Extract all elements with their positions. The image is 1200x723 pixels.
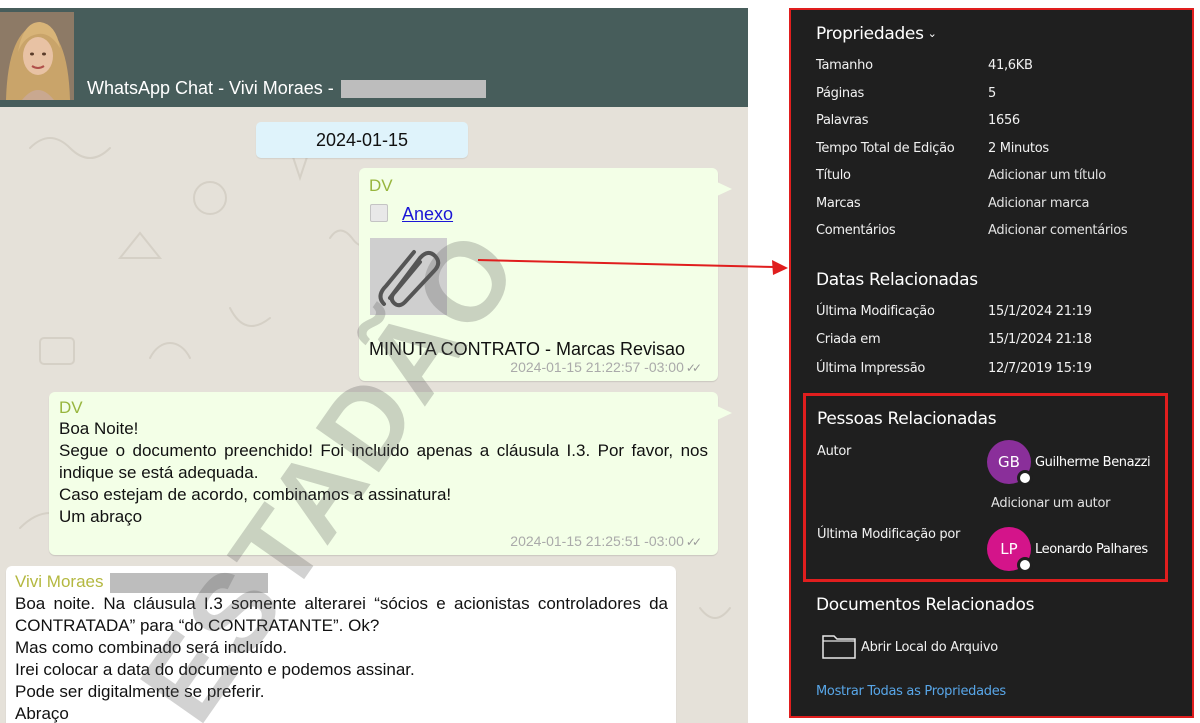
presence-status-icon <box>1017 557 1033 573</box>
date-value: 15/1/2024 21:19 <box>988 304 1092 319</box>
message-line: Boa Noite! <box>59 419 139 438</box>
read-ticks-icon: ✓✓ <box>685 535 702 549</box>
property-label: Título <box>816 168 851 183</box>
modified-by-label: Última Modificação por <box>817 527 961 542</box>
add-title-field[interactable]: Adicionar um título <box>988 168 1106 183</box>
message-sender: DV <box>369 176 393 195</box>
date-value: 15/1/2024 21:18 <box>988 332 1092 347</box>
attachment-link[interactable]: Anexo <box>402 204 453 225</box>
redaction-bar <box>340 80 486 99</box>
people-heading: Pessoas Relacionadas <box>817 409 997 429</box>
property-label: Páginas <box>816 86 864 101</box>
property-label: Comentários <box>816 223 896 238</box>
attachment-file-name: MINUTA CONTRATO - Marcas Revisao <box>369 339 686 359</box>
chat-header: WhatsApp Chat - Vivi Moraes - <box>0 8 748 107</box>
date-label: Criada em <box>816 332 881 347</box>
properties-heading[interactable]: Propriedades ⌄ <box>816 24 937 44</box>
open-file-location-link[interactable]: Abrir Local do Arquivo <box>861 640 998 655</box>
property-value: 2 Minutos <box>988 141 1049 156</box>
date-label: Última Modificação <box>816 304 935 319</box>
presence-status-icon <box>1017 470 1033 486</box>
message-line: Caso estejam de acordo, combinamos a ass… <box>59 485 452 504</box>
message-line: Pode ser digitalmente se preferir. <box>15 681 265 701</box>
related-docs-heading: Documentos Relacionados <box>816 595 1035 615</box>
chat-title: WhatsApp Chat - Vivi Moraes - <box>87 78 486 99</box>
date-value: 12/7/2019 15:19 <box>988 361 1092 376</box>
related-people-section: Pessoas Relacionadas Autor GB Guilherme … <box>803 393 1168 582</box>
property-label: Marcas <box>816 196 861 211</box>
message-line: Irei colocar a data do documento e podem… <box>15 659 415 679</box>
message-sender: Vivi Moraes <box>15 572 668 593</box>
add-author-link[interactable]: Adicionar um autor <box>991 496 1110 511</box>
contact-avatar <box>0 12 74 100</box>
property-label: Palavras <box>816 113 869 128</box>
message-line: Mas como combinado será incluído. <box>15 637 288 657</box>
message-bubble: Vivi Moraes Boa noite. Na cláusula I.3 s… <box>6 566 676 723</box>
paperclip-icon[interactable] <box>370 238 447 315</box>
modifier-avatar[interactable]: LP <box>987 527 1033 573</box>
chevron-down-icon: ⌄ <box>927 27 937 40</box>
message-line: Boa noite. Na cláusula I.3 somente alter… <box>15 593 668 635</box>
date-chip: 2024-01-15 <box>256 122 468 158</box>
property-value: 5 <box>988 86 996 101</box>
modifier-name[interactable]: Leonardo Palhares <box>1035 542 1148 557</box>
date-label: Última Impressão <box>816 361 926 376</box>
attachment-checkbox[interactable] <box>370 204 388 222</box>
message-line: Abraço <box>15 703 69 723</box>
redaction-bar <box>110 572 269 593</box>
whatsapp-chat-export: WhatsApp Chat - Vivi Moraes - 2024-01-15… <box>0 8 748 723</box>
show-all-properties-link[interactable]: Mostrar Todas as Propriedades <box>816 684 1006 699</box>
author-avatar[interactable]: GB <box>987 440 1033 486</box>
message-line: Segue o documento preenchido! Foi inclui… <box>59 441 708 482</box>
property-label: Tempo Total de Edição <box>816 141 955 156</box>
folder-icon[interactable] <box>822 632 856 659</box>
read-ticks-icon: ✓✓ <box>685 361 702 375</box>
red-arrow-annotation <box>477 259 788 275</box>
message-timestamp: 2024-01-15 21:22:57 -03:00 ✓✓ <box>510 359 702 375</box>
message-sender: DV <box>59 398 83 417</box>
message-timestamp: 2024-01-15 21:25:51 -03:00 ✓✓ <box>510 533 702 549</box>
author-name[interactable]: Guilherme Benazzi <box>1035 455 1151 470</box>
dates-heading: Datas Relacionadas <box>816 270 978 290</box>
document-properties-panel: Propriedades ⌄ Tamanho 41,6KB Páginas 5 P… <box>789 8 1194 718</box>
add-comments-field[interactable]: Adicionar comentários <box>988 223 1128 238</box>
property-label: Tamanho <box>816 58 873 73</box>
message-line: Um abraço <box>59 507 143 526</box>
property-value: 1656 <box>988 113 1020 128</box>
property-value: 41,6KB <box>988 58 1033 73</box>
add-tag-field[interactable]: Adicionar marca <box>988 196 1090 211</box>
author-label: Autor <box>817 444 852 459</box>
message-bubble: DV Boa Noite! Segue o documento preenchi… <box>49 392 732 555</box>
